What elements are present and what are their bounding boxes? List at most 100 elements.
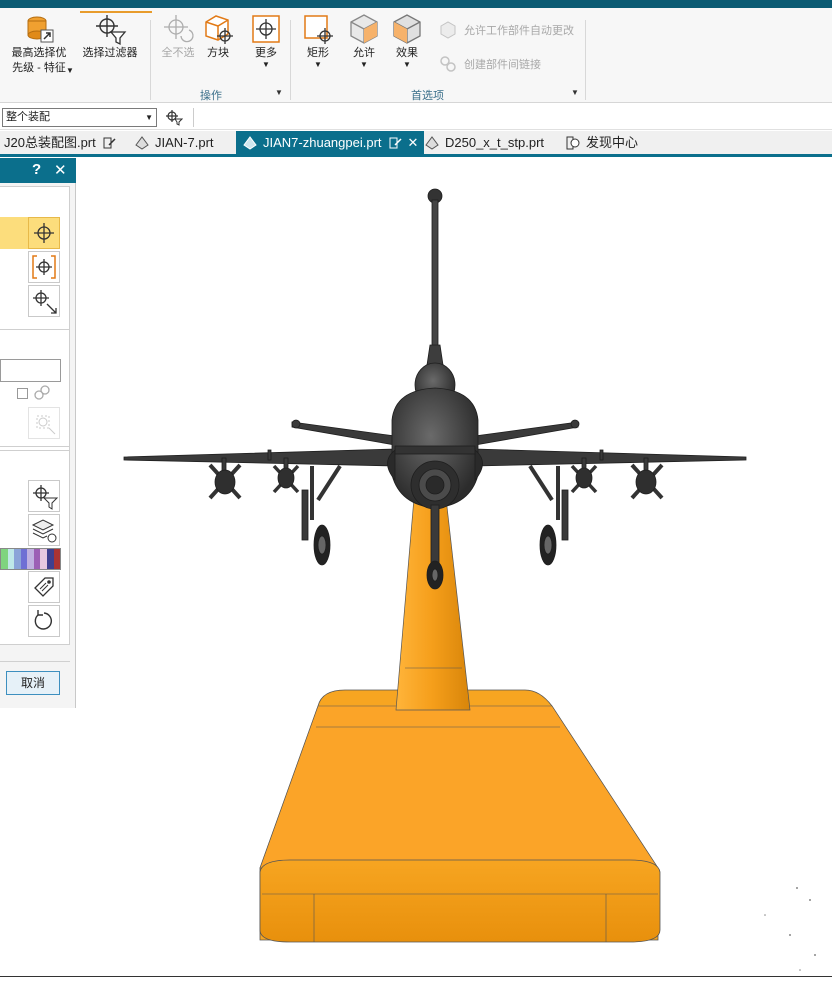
- rectangle-select-label: 矩形: [307, 47, 329, 59]
- effect-label: 效果: [396, 47, 418, 59]
- title-bar: [0, 0, 832, 8]
- chevron-down-icon: ▼: [314, 60, 322, 69]
- chevron-down-icon[interactable]: ▼: [571, 88, 579, 97]
- tab-j20-assembly[interactable]: J20总装配图.prt: [4, 131, 117, 154]
- auto-change-icon: [440, 21, 456, 39]
- select-filter-icon: [33, 485, 59, 510]
- chevron-down-icon[interactable]: ▼: [66, 66, 74, 75]
- ribbon-separator: [290, 20, 291, 100]
- select-filter-label: 选择过滤器: [82, 47, 138, 59]
- tab-label: J20总装配图.prt: [4, 135, 96, 150]
- select-filter-button[interactable]: 选择过滤器: [78, 12, 142, 61]
- group-label-operate: 操作: [200, 90, 222, 102]
- layers-gear-icon: [31, 519, 57, 543]
- block-select-label: 方块: [207, 47, 229, 59]
- tab-jian7[interactable]: JIAN-7.prt: [134, 131, 214, 154]
- link-icon: [34, 385, 50, 400]
- graphics-viewport[interactable]: [0, 157, 832, 989]
- status-divider: [0, 976, 832, 977]
- tag-button[interactable]: [28, 571, 60, 603]
- pick-point-icon: [36, 415, 56, 435]
- discovery-icon: [566, 136, 580, 149]
- chevron-down-icon: ▼: [403, 60, 411, 69]
- selection-bar: 整个装配 ▼: [0, 104, 832, 130]
- bracket-select-icon: [32, 255, 56, 279]
- part-icon: [135, 135, 149, 150]
- tab-jian7-zhuangpei[interactable]: JIAN7-zhuangpei.prt ✕: [236, 131, 425, 154]
- expand-select-icon: [33, 290, 57, 314]
- tag-icon: [34, 577, 54, 597]
- chevron-down-icon: ▼: [145, 113, 153, 122]
- select-object-button[interactable]: [28, 217, 60, 249]
- priority-feature-button[interactable]: 最高选择优 先级 - 特征: [6, 12, 72, 76]
- tab-d250[interactable]: D250_x_t_stp.prt: [424, 131, 544, 154]
- auto-change-toggle[interactable]: 允许工作部件自动更改: [438, 20, 574, 40]
- modified-icon: [103, 137, 116, 148]
- chevron-down-icon: ▼: [360, 60, 368, 69]
- selected-row-highlight: [0, 217, 28, 249]
- select-bracket-button[interactable]: [28, 251, 60, 283]
- close-icon[interactable]: ✕: [54, 161, 67, 179]
- rectangle-select-button[interactable]: 矩形 ▼: [298, 12, 338, 69]
- tab-label: D250_x_t_stp.prt: [445, 135, 545, 150]
- part-icon: [425, 135, 439, 150]
- select-filter-icon: [96, 15, 127, 46]
- link-parts-label: 创建部件间链接: [464, 59, 541, 71]
- link-parts-toggle[interactable]: 创建部件间链接: [438, 54, 541, 74]
- pick-point-button[interactable]: [28, 407, 60, 439]
- dialog-divider: [0, 661, 70, 662]
- selection-dialog: ? ✕: [0, 158, 76, 708]
- allow-button[interactable]: 允许 ▼: [344, 12, 384, 69]
- name-input-field[interactable]: [0, 359, 61, 382]
- selection-filter-button[interactable]: [28, 480, 60, 512]
- dialog-header: ? ✕: [0, 158, 76, 183]
- priority-icon: [27, 16, 54, 43]
- effect-button[interactable]: 效果 ▼: [387, 12, 427, 69]
- link-parts-icon: [440, 56, 456, 72]
- deselect-all-label: 全不选: [161, 47, 195, 59]
- filter-icon[interactable]: [165, 109, 183, 126]
- select-expand-button[interactable]: [28, 285, 60, 317]
- more-button[interactable]: 更多 ▼: [246, 12, 286, 69]
- more-label: 更多: [255, 47, 277, 59]
- help-icon[interactable]: ?: [32, 161, 41, 178]
- chevron-down-icon[interactable]: ▼: [275, 88, 283, 97]
- layer-settings-button[interactable]: [28, 514, 60, 546]
- block-select-button[interactable]: 方块: [198, 12, 238, 61]
- group-label-preferences: 首选项: [411, 90, 444, 102]
- ribbon: 最高选择优 先级 - 特征 ▼ 选择过滤器 全不选 方块 更多 ▼ 操作 ▼ 矩…: [0, 8, 832, 103]
- toolbar-separator: [193, 108, 194, 127]
- reset-button[interactable]: [28, 605, 60, 637]
- model-view: [123, 188, 816, 971]
- crosshair-icon: [34, 223, 54, 243]
- more-icon: [252, 15, 280, 43]
- cancel-button[interactable]: 取消: [6, 671, 60, 695]
- block-select-icon: [205, 15, 233, 44]
- tab-label: JIAN7-zhuangpei.prt: [263, 135, 382, 150]
- allow-label: 允许: [353, 47, 375, 59]
- link-checkbox[interactable]: [17, 388, 28, 399]
- auto-change-label: 允许工作部件自动更改: [464, 25, 574, 37]
- effect-icon: [393, 14, 421, 44]
- close-tab-icon[interactable]: ✕: [408, 131, 419, 154]
- priority-label-2: 先级 - 特征: [12, 62, 66, 74]
- selection-scope-value: 整个装配: [6, 111, 50, 123]
- tab-label: JIAN-7.prt: [155, 135, 214, 150]
- undo-icon: [34, 610, 53, 630]
- ribbon-separator: [150, 20, 151, 100]
- ribbon-separator: [585, 20, 586, 100]
- deselect-all-icon: [164, 15, 194, 43]
- tab-label: 发现中心: [586, 135, 639, 150]
- deselect-all-button[interactable]: 全不选: [158, 12, 198, 61]
- modified-icon: [389, 137, 402, 148]
- chevron-down-icon: ▼: [262, 60, 270, 69]
- allow-icon: [350, 14, 378, 44]
- selection-scope-dropdown[interactable]: 整个装配 ▼: [2, 108, 157, 127]
- file-tabs: J20总装配图.prt JIAN-7.prt JIAN7-zhuangpei.p…: [0, 131, 832, 157]
- part-icon: [243, 135, 257, 150]
- aircraft-model: [123, 188, 747, 590]
- color-palette[interactable]: [0, 548, 61, 570]
- tab-discovery-center[interactable]: 发现中心: [565, 131, 638, 154]
- priority-label-1: 最高选择优: [11, 47, 67, 59]
- rectangle-select-icon: [304, 15, 333, 44]
